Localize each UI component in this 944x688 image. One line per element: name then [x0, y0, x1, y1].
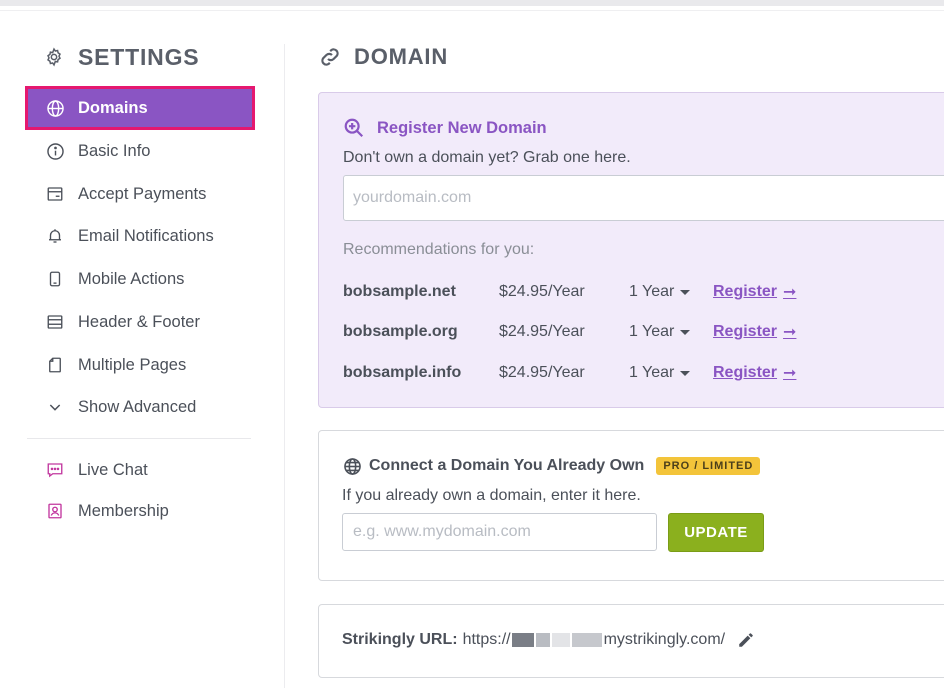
period-dropdown[interactable]: 1 Year [629, 283, 713, 301]
settings-header: SETTINGS [44, 42, 199, 72]
arrow-right-icon: ➞ [783, 284, 797, 301]
recommendations-label: Recommendations for you: [343, 241, 535, 258]
bell-icon [45, 226, 65, 246]
payment-card-icon [45, 184, 65, 204]
recommendation-row: bobsample.org $24.95/Year 1 Year Registe… [343, 320, 843, 344]
sidebar-item-label: Email Notifications [78, 226, 214, 245]
sidebar-item-header-footer[interactable]: Header & Footer [28, 303, 252, 341]
sidebar-item-label: Mobile Actions [78, 269, 185, 288]
pages-icon [45, 355, 65, 375]
strikingly-url-prefix: https:// [462, 631, 511, 648]
top-bar [0, 0, 944, 6]
globe-icon [45, 98, 65, 118]
sidebar-item-label: Membership [78, 501, 169, 520]
register-link[interactable]: Register ➞ [713, 363, 796, 383]
caret-down-icon [680, 330, 691, 335]
redacted-block [535, 633, 550, 647]
info-icon [45, 141, 65, 161]
sidebar-item-basic-info[interactable]: Basic Info [28, 132, 252, 170]
sidebar-item-label: Basic Info [78, 141, 151, 160]
sidebar-divider [284, 44, 285, 688]
register-domain-title: Register New Domain [377, 118, 547, 137]
period-dropdown[interactable]: 1 Year [629, 323, 713, 341]
sidebar-item-show-advanced[interactable]: Show Advanced [28, 388, 252, 426]
arrow-right-icon: ➞ [783, 324, 797, 341]
strikingly-url-card: Strikingly URL: https:// mystrikingly.co… [318, 604, 944, 678]
recommended-domain-price: $24.95/Year [499, 364, 585, 381]
sidebar-item-multiple-pages[interactable]: Multiple Pages [28, 346, 252, 384]
register-link[interactable]: Register ➞ [713, 322, 796, 342]
register-link[interactable]: Register ➞ [713, 282, 796, 302]
recommended-domain-name: bobsample.org [343, 323, 458, 340]
connect-domain-title: Connect a Domain You Already Own [369, 457, 645, 474]
recommended-domain-name: bobsample.net [343, 283, 456, 300]
redacted-block [511, 633, 534, 647]
page-title: DOMAIN [354, 44, 449, 69]
strikingly-url-suffix: mystrikingly.com/ [603, 631, 726, 648]
period-dropdown-value: 1 Year [629, 283, 675, 300]
period-dropdown[interactable]: 1 Year [629, 364, 713, 382]
sidebar-item-label: Accept Payments [78, 184, 207, 203]
period-dropdown-value: 1 Year [629, 323, 675, 340]
sidebar-item-label: Multiple Pages [78, 355, 187, 374]
recommended-domain-name: bobsample.info [343, 364, 462, 381]
redacted-block [571, 633, 602, 647]
sidebar-item-label: Live Chat [78, 460, 148, 479]
link-icon [318, 45, 342, 69]
sidebar-item-label: Header & Footer [78, 312, 200, 331]
membership-icon [45, 501, 65, 521]
connect-domain-card: Connect a Domain You Already Own PRO / L… [318, 430, 944, 581]
period-dropdown-value: 1 Year [629, 364, 675, 381]
sidebar-item-label: Domains [78, 98, 148, 117]
sidebar-section-divider [27, 438, 251, 439]
domain-search-input[interactable] [343, 175, 944, 221]
domain-header: DOMAIN [318, 42, 448, 72]
globe-icon [342, 456, 362, 476]
caret-down-icon [680, 371, 691, 376]
recommended-domain-price: $24.95/Year [499, 323, 585, 340]
register-domain-subtitle: Don't own a domain yet? Grab one here. [343, 149, 631, 166]
connect-domain-subtitle: If you already own a domain, enter it he… [342, 487, 641, 504]
connect-domain-header: Connect a Domain You Already Own PRO / L… [342, 456, 761, 476]
sidebar-item-email-notifications[interactable]: Email Notifications [28, 217, 252, 255]
arrow-right-icon: ➞ [783, 365, 797, 382]
register-domain-header: Register New Domain [343, 117, 547, 139]
header-footer-icon [45, 312, 65, 332]
update-button[interactable]: UPDATE [668, 513, 764, 552]
recommendation-row: bobsample.net $24.95/Year 1 Year Registe… [343, 280, 843, 304]
chevron-down-icon [45, 397, 65, 417]
sidebar-item-mobile-actions[interactable]: Mobile Actions [28, 260, 252, 298]
settings-title: SETTINGS [78, 43, 200, 70]
sidebar-item-live-chat[interactable]: Live Chat [28, 451, 252, 489]
register-link-label: Register [713, 283, 778, 300]
register-link-label: Register [713, 364, 778, 381]
recommendation-row: bobsample.info $24.95/Year 1 Year Regist… [343, 361, 843, 385]
register-domain-card: Register New Domain Don't own a domain y… [318, 92, 944, 408]
register-link-label: Register [713, 323, 778, 340]
mobile-icon [45, 269, 65, 289]
caret-down-icon [680, 290, 691, 295]
redacted-block [551, 633, 570, 647]
chat-icon [45, 460, 65, 480]
strikingly-url-row: Strikingly URL: https:// mystrikingly.co… [342, 629, 755, 651]
pro-limited-badge: PRO / LIMITED [656, 457, 761, 475]
search-plus-icon [343, 117, 365, 139]
sidebar-item-accept-payments[interactable]: Accept Payments [28, 175, 252, 213]
own-domain-input[interactable] [342, 513, 657, 551]
sidebar-item-membership[interactable]: Membership [28, 492, 252, 530]
sidebar-item-domains[interactable]: Domains [25, 86, 255, 130]
recommended-domain-price: $24.95/Year [499, 283, 585, 300]
sidebar-item-label: Show Advanced [78, 397, 197, 416]
strikingly-url-label: Strikingly URL: [342, 631, 458, 648]
pencil-icon[interactable] [737, 631, 755, 649]
top-divider [0, 10, 944, 11]
gear-icon [44, 47, 64, 67]
